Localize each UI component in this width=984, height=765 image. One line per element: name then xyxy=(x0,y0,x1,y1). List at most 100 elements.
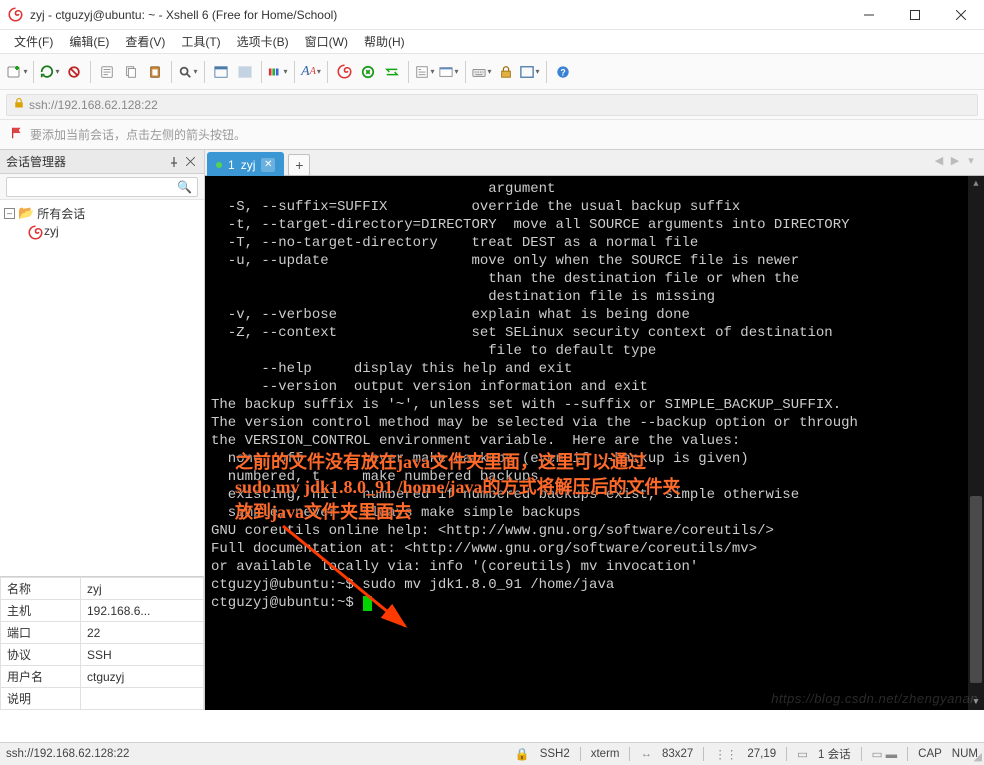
new-session-button[interactable]: ▾ xyxy=(6,61,28,83)
tab-close-icon[interactable]: ✕ xyxy=(261,158,275,172)
maximize-button[interactable] xyxy=(892,0,938,30)
toolbar-separator xyxy=(261,61,262,83)
paste-button[interactable] xyxy=(144,61,166,83)
toolbar-separator xyxy=(546,61,547,83)
toolbar-separator xyxy=(294,61,295,83)
tab-active[interactable]: 1 zyj ✕ xyxy=(207,152,284,176)
hint-bar: 要添加当前会话，点击左侧的箭头按钮。 xyxy=(0,120,984,150)
terminal-line: -u, --update move only when the SOURCE f… xyxy=(211,252,978,270)
titlebar: zyj - ctguzyj@ubuntu: ~ - Xshell 6 (Free… xyxy=(0,0,984,30)
xftp-button[interactable] xyxy=(381,61,403,83)
tab-next-icon[interactable]: ▶ xyxy=(948,154,962,167)
session-search-input[interactable] xyxy=(6,177,198,197)
menu-help[interactable]: 帮助(H) xyxy=(356,30,413,53)
terminal-line: argument xyxy=(211,180,978,198)
terminal[interactable]: argument -S, --suffix=SUFFIX override th… xyxy=(205,176,984,710)
minimize-button[interactable] xyxy=(846,0,892,30)
tab-index: 1 xyxy=(228,158,235,172)
menu-tabs[interactable]: 选项卡(B) xyxy=(229,30,297,53)
menu-file[interactable]: 文件(F) xyxy=(6,30,61,53)
scroll-down-icon[interactable]: ▼ xyxy=(968,694,984,710)
address-text: ssh://192.168.62.128:22 xyxy=(29,98,158,112)
panel-close-icon[interactable] xyxy=(182,154,198,170)
tree-root-label: 所有会话 xyxy=(37,205,85,222)
color-scheme-button[interactable]: ▾ xyxy=(267,61,289,83)
prop-user-label: 用户名 xyxy=(1,666,81,688)
status-bar: ssh://192.168.62.128:22 🔒 SSH2 xterm ↔ 8… xyxy=(0,742,984,765)
status-size-icon: ↔ xyxy=(640,748,652,760)
font-button[interactable]: AA▾ xyxy=(300,61,322,83)
menu-edit[interactable]: 编辑(E) xyxy=(61,30,117,53)
tab-prev-icon[interactable]: ◀ xyxy=(932,154,946,167)
scroll-up-icon[interactable]: ▲ xyxy=(968,176,984,192)
toolbar-separator xyxy=(171,61,172,83)
terminal-line: none, off never make backups (even if --… xyxy=(211,450,978,468)
terminal-line: -t, --target-directory=DIRECTORY move al… xyxy=(211,216,978,234)
session-properties: 名称zyj 主机192.168.6... 端口22 协议SSH 用户名ctguz… xyxy=(0,576,204,710)
prop-desc-value xyxy=(81,688,204,710)
terminal-line: simple, never always make simple backups xyxy=(211,504,978,522)
terminal-line: numbered, t make numbered backups xyxy=(211,468,978,486)
terminal-line: ctguzyj@ubuntu:~$ xyxy=(211,594,978,612)
xshell-button[interactable] xyxy=(333,61,355,83)
prop-host-label: 主机 xyxy=(1,600,81,622)
terminal-line: file to default type xyxy=(211,342,978,360)
layout2-button[interactable] xyxy=(234,61,256,83)
status-sessions: 1 会话 xyxy=(818,746,851,762)
layout1-button[interactable] xyxy=(210,61,232,83)
copy-button[interactable] xyxy=(120,61,142,83)
status-sessions-icon: ▭ xyxy=(797,747,808,761)
xagent-button[interactable] xyxy=(357,61,379,83)
tree-session[interactable]: zyj xyxy=(4,222,200,240)
keymap-button[interactable]: ▾ xyxy=(471,61,493,83)
terminal-scrollbar[interactable]: ▲ ▼ xyxy=(968,176,984,710)
prop-desc-label: 说明 xyxy=(1,688,81,710)
window-controls xyxy=(846,0,984,30)
properties-button[interactable] xyxy=(96,61,118,83)
menu-tools[interactable]: 工具(T) xyxy=(173,30,228,53)
session-icon xyxy=(28,225,41,238)
menubar: 文件(F) 编辑(E) 查看(V) 工具(T) 选项卡(B) 窗口(W) 帮助(… xyxy=(0,30,984,54)
lock-button[interactable] xyxy=(495,61,517,83)
status-lock-icon: 🔒 xyxy=(515,747,530,761)
window-title: zyj - ctguzyj@ubuntu: ~ - Xshell 6 (Free… xyxy=(30,8,846,22)
compose-button[interactable]: ▾ xyxy=(438,61,460,83)
menu-window[interactable]: 窗口(W) xyxy=(297,30,356,53)
tab-menu-icon[interactable]: ▾ xyxy=(964,154,978,167)
terminal-line: -v, --verbose explain what is being done xyxy=(211,306,978,324)
terminal-line: than the destination file or when the xyxy=(211,270,978,288)
toolbar-separator xyxy=(408,61,409,83)
panel-header: 会话管理器 xyxy=(0,150,204,174)
disconnect-button[interactable] xyxy=(63,61,85,83)
pin-icon[interactable] xyxy=(166,154,182,170)
close-button[interactable] xyxy=(938,0,984,30)
terminal-line: --help display this help and exit xyxy=(211,360,978,378)
tree-session-label: zyj xyxy=(44,224,59,238)
reconnect-button[interactable]: ▾ xyxy=(39,61,61,83)
menu-view[interactable]: 查看(V) xyxy=(117,30,173,53)
script-button[interactable]: ▾ xyxy=(414,61,436,83)
prop-port-label: 端口 xyxy=(1,622,81,644)
lock-icon xyxy=(13,97,25,112)
address-field[interactable]: ssh://192.168.62.128:22 xyxy=(6,94,978,116)
new-tab-button[interactable]: + xyxy=(288,154,310,176)
session-search: 🔍 xyxy=(0,174,204,200)
terminal-line: existing, nil numbered if numbered backu… xyxy=(211,486,978,504)
help-button[interactable]: ? xyxy=(552,61,574,83)
resize-grip-icon[interactable]: ◢ xyxy=(974,750,982,763)
fullscreen-button[interactable]: ▾ xyxy=(519,61,541,83)
session-manager-panel: 会话管理器 🔍 ‒ 📂 所有会话 zyj 名称zyj xyxy=(0,150,205,710)
scroll-thumb[interactable] xyxy=(970,496,982,683)
status-termtype: xterm xyxy=(591,748,620,760)
collapse-icon[interactable]: ‒ xyxy=(4,208,15,219)
terminal-line: --version output version information and… xyxy=(211,378,978,396)
toolbar-separator xyxy=(204,61,205,83)
session-tree[interactable]: ‒ 📂 所有会话 zyj xyxy=(0,200,204,576)
cursor xyxy=(363,596,372,611)
tab-label: zyj xyxy=(241,158,256,172)
tree-root[interactable]: ‒ 📂 所有会话 xyxy=(4,204,200,222)
toolbar-separator xyxy=(465,61,466,83)
status-sessions2-icon: ▭ ▬ xyxy=(872,747,898,761)
prop-proto-value: SSH xyxy=(81,644,204,666)
find-button[interactable]: ▾ xyxy=(177,61,199,83)
